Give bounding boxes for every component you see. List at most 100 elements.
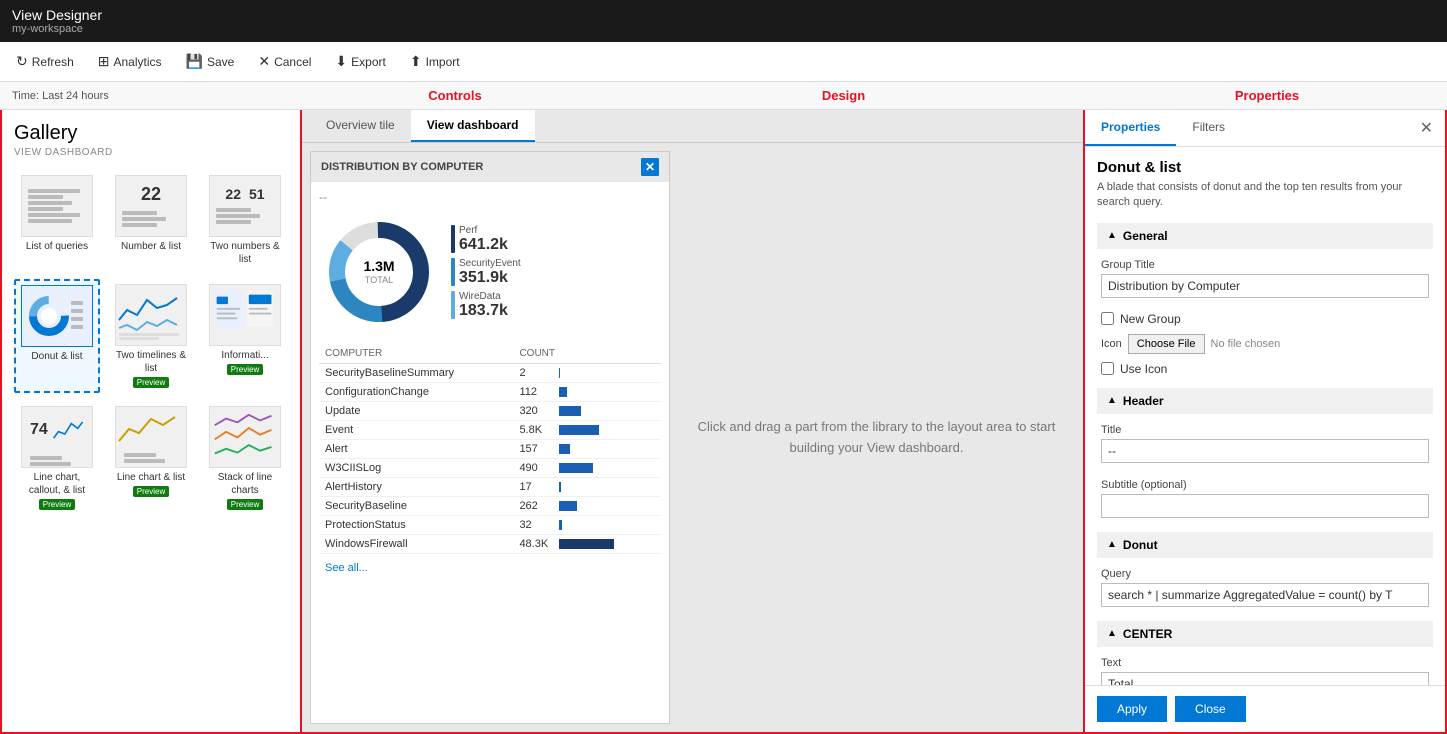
analytics-button[interactable]: ⊞ Analytics [94, 51, 166, 72]
donut-legend: Perf 641.2k SecurityEvent 351.9k [451, 225, 521, 320]
legend-item-security-event: SecurityEvent 351.9k [451, 258, 521, 287]
header-collapse-icon: ▲ [1107, 395, 1117, 406]
table-cell-count: 32 [513, 516, 661, 535]
save-button[interactable]: 💾 Save [182, 51, 239, 72]
input-header-title[interactable] [1101, 439, 1429, 463]
label-new-group: New Group [1120, 312, 1181, 326]
input-group-title[interactable] [1101, 274, 1429, 298]
donut-collapse-icon: ▲ [1107, 539, 1117, 550]
cancel-button[interactable]: ✕ Cancel [254, 51, 315, 72]
gallery-item-list-queries[interactable]: List of queries [14, 170, 100, 271]
center-collapse-icon: ▲ [1107, 628, 1117, 639]
checkbox-new-group[interactable] [1101, 312, 1114, 325]
tile-dash: -- [319, 190, 661, 204]
gallery-label-two-numbers: Two numbers & list [207, 240, 283, 266]
see-all-link[interactable]: See all... [319, 554, 661, 582]
donut-section: 1.3M TOTAL Perf 641.2k [319, 212, 661, 332]
table-cell-count: 490 [513, 459, 661, 478]
gallery-item-two-timelines[interactable]: Two timelines & list Preview [108, 279, 194, 393]
legend-bar-wiredata [451, 291, 455, 319]
import-button[interactable]: ⬆ Import [406, 51, 464, 72]
table-cell-computer: AlertHistory [319, 478, 513, 497]
legend-item-perf: Perf 641.2k [451, 225, 521, 254]
props-group-general: ▲ General [1097, 223, 1433, 249]
table-row: WindowsFirewall48.3K [319, 535, 661, 554]
count-bar: 490 [519, 462, 655, 474]
gallery-item-donut-list[interactable]: Donut & list [14, 279, 100, 393]
table-row: ProtectionStatus32 [319, 516, 661, 535]
gallery-item-stack-lines[interactable]: Stack of line charts Preview [202, 401, 288, 515]
close-button[interactable]: Close [1175, 696, 1246, 722]
donut-center: 1.3M TOTAL [363, 258, 394, 286]
legend-item-wiredata: WireData 183.7k [451, 291, 521, 320]
input-query[interactable] [1101, 583, 1429, 607]
refresh-button[interactable]: ↻ Refresh [12, 51, 78, 72]
gallery-label-list-queries: List of queries [26, 240, 88, 253]
count-bar: 2 [519, 367, 655, 379]
field-query: Query [1097, 562, 1433, 613]
table-row: Alert 157 [319, 440, 661, 459]
table-cell-count: 2 [513, 364, 661, 383]
choose-file-button[interactable]: Choose File [1128, 334, 1205, 354]
controls-section-label: Controls [310, 88, 600, 103]
table-cell-computer: Event [319, 421, 513, 440]
apply-button[interactable]: Apply [1097, 696, 1167, 722]
file-input-row: Icon Choose File No file chosen [1097, 330, 1433, 358]
table-cell-computer: SecurityBaselineSummary [319, 364, 513, 383]
gallery-subtitle: VIEW DASHBOARD [14, 147, 288, 158]
field-header-title: Title [1097, 418, 1433, 469]
computer-table: COMPUTER COUNT SecurityBaselineSummary2C… [319, 344, 661, 554]
tab-properties[interactable]: Properties [1085, 110, 1176, 146]
props-group-donut-label: Donut [1123, 538, 1158, 552]
preview-badge-information: Preview [227, 364, 263, 375]
props-section-desc: A blade that consists of donut and the t… [1097, 180, 1433, 211]
checkbox-new-group-row: New Group [1097, 308, 1433, 330]
mini-bar [559, 520, 562, 530]
mini-bar [559, 444, 570, 454]
input-center-text[interactable] [1101, 672, 1429, 685]
gallery-thumb-two-timelines [115, 284, 187, 346]
props-group-header: ▲ Header [1097, 388, 1433, 414]
export-button[interactable]: ⬇ Export [331, 51, 389, 72]
gallery-item-two-numbers[interactable]: 22 51 Two numbers & list [202, 170, 288, 271]
count-bar: 157 [519, 443, 655, 455]
legend-info-wiredata: WireData 183.7k [459, 291, 508, 320]
checkbox-use-icon-row: Use Icon [1097, 358, 1433, 380]
tab-view-dashboard[interactable]: View dashboard [411, 110, 535, 142]
table-cell-computer: Update [319, 402, 513, 421]
input-subtitle[interactable] [1101, 494, 1429, 518]
mini-bar [559, 463, 593, 473]
properties-section-label: Properties [1087, 88, 1447, 103]
time-label: Time: Last 24 hours [0, 90, 310, 102]
checkbox-use-icon[interactable] [1101, 362, 1114, 375]
properties-close-button[interactable]: ✕ [1420, 118, 1433, 138]
table-cell-computer: WindowsFirewall [319, 535, 513, 554]
count-bar: 112 [519, 386, 655, 398]
tab-filters[interactable]: Filters [1176, 110, 1241, 146]
table-cell-computer: Alert [319, 440, 513, 459]
app-title: View Designer [12, 7, 1435, 23]
mini-bar [559, 406, 581, 416]
gallery-label-line-list: Line chart & list [117, 471, 185, 484]
mini-bar [559, 425, 599, 435]
gallery-item-information[interactable]: Informati... Preview [202, 279, 288, 393]
label-icon: Icon [1101, 338, 1122, 350]
gallery-item-line-list[interactable]: Line chart & list Preview [108, 401, 194, 515]
tab-overview-tile[interactable]: Overview tile [310, 110, 411, 142]
tile-close-button[interactable]: ✕ [641, 158, 659, 176]
table-cell-count: 17 [513, 478, 661, 497]
empty-design-area: Click and drag a part from the library t… [678, 151, 1075, 724]
props-group-header-label: Header [1123, 394, 1164, 408]
gallery-label-donut-list: Donut & list [31, 350, 82, 363]
field-center-text: Text [1097, 651, 1433, 685]
label-subtitle: Subtitle (optional) [1101, 479, 1429, 491]
dashboard-tile: DISTRIBUTION BY COMPUTER ✕ -- [310, 151, 670, 724]
tile-title: DISTRIBUTION BY COMPUTER [321, 161, 483, 173]
import-icon: ⬆ [410, 53, 422, 70]
title-bar: View Designer my-workspace [0, 0, 1447, 42]
col-count: COUNT [513, 344, 661, 364]
gallery-item-number-list[interactable]: 22 Number & list [108, 170, 194, 271]
gallery-item-line-callout[interactable]: 74 Line chart, callout, & list Preview [14, 401, 100, 515]
preview-badge-line-callout: Preview [39, 499, 75, 510]
export-icon: ⬇ [335, 53, 347, 70]
